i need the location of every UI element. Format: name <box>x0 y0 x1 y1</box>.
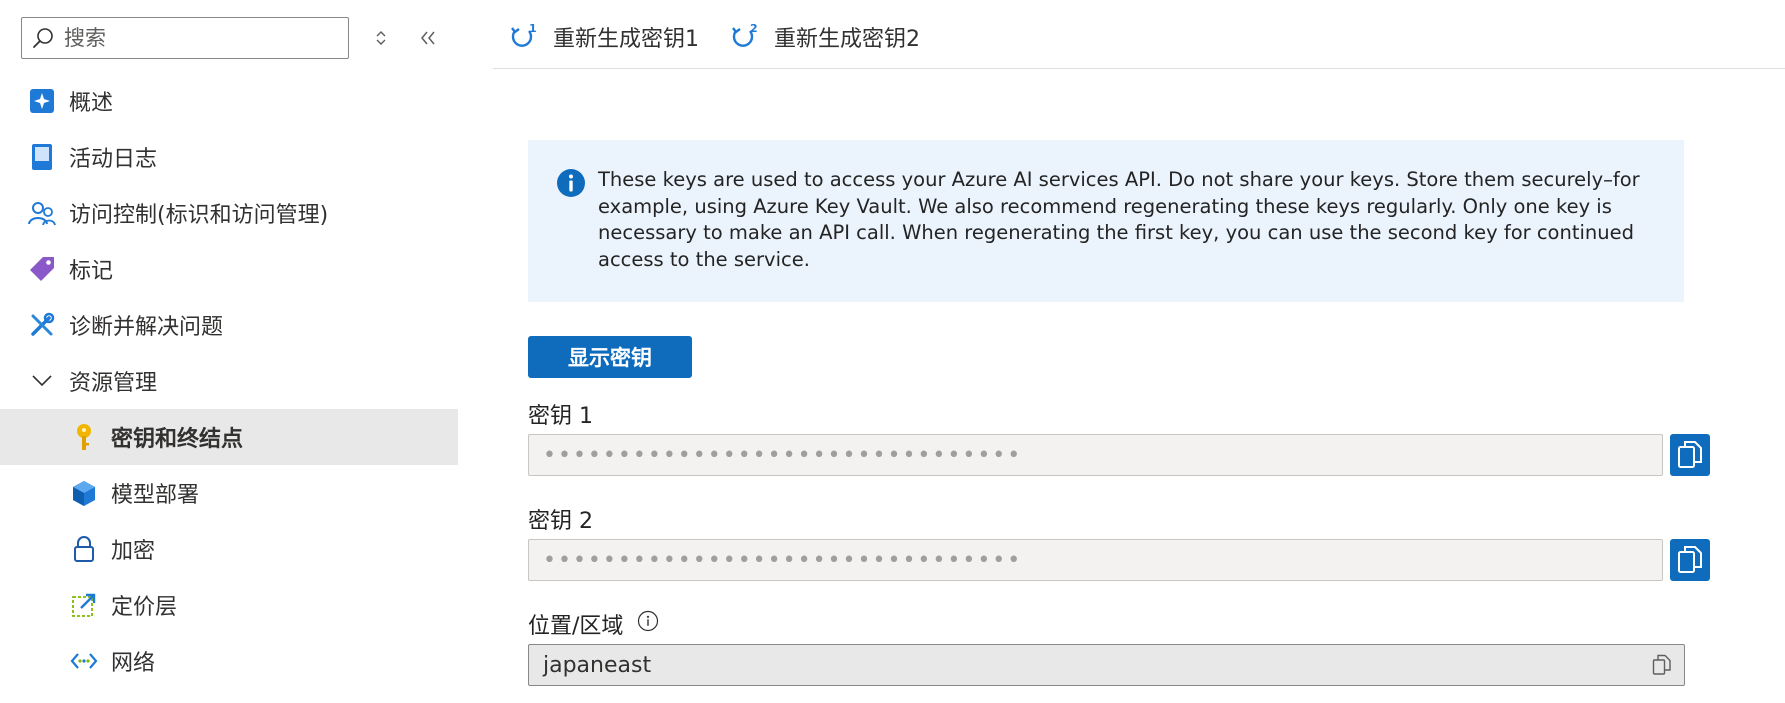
search-input[interactable] <box>62 25 322 51</box>
sidebar: 概述 活动日志 访问控制(标识和访问管理) 标记 诊断并解决问题 <box>0 0 458 703</box>
key1-label: 密钥 1 <box>528 404 593 429</box>
regenerate-key2-button[interactable]: 2 重新生成密钥2 <box>730 20 920 54</box>
up-down-chevron-icon <box>376 31 386 45</box>
regenerate-key1-label: 重新生成密钥1 <box>553 27 699 52</box>
network-icon <box>70 647 98 675</box>
sidebar-item-tags[interactable]: 标记 <box>0 241 458 297</box>
search-box[interactable] <box>21 17 349 59</box>
search-icon <box>33 28 53 48</box>
sidebar-item-label: 密钥和终结点 <box>111 427 244 452</box>
diagnose-icon <box>28 311 56 339</box>
sidebar-item-label: 标记 <box>69 259 114 284</box>
svg-text:2: 2 <box>750 22 758 35</box>
sidebar-item-label: 模型部署 <box>111 483 200 508</box>
collapse-sidebar-button[interactable] <box>414 24 442 52</box>
sidebar-item-keys-and-endpoint[interactable]: 密钥和终结点 <box>0 409 458 465</box>
region-field[interactable]: japaneast <box>528 644 1685 686</box>
sidebar-item-label: 概述 <box>69 91 114 116</box>
show-keys-button[interactable]: 显示密钥 <box>528 336 692 378</box>
sidebar-item-label: 活动日志 <box>69 147 158 172</box>
sidebar-item-access-control[interactable]: 访问控制(标识和访问管理) <box>0 185 458 241</box>
sidebar-item-activity-log[interactable]: 活动日志 <box>0 129 458 185</box>
sidebar-item-label: 资源管理 <box>69 371 158 396</box>
sidebar-item-encryption[interactable]: 加密 <box>0 521 458 577</box>
sidebar-group-resource-management[interactable]: 资源管理 <box>0 353 458 409</box>
refresh-2-icon: 2 <box>732 22 758 47</box>
copy-key1-button[interactable] <box>1670 434 1710 476</box>
refresh-1-icon: 1 <box>511 22 537 47</box>
sidebar-item-overview[interactable]: 概述 <box>0 73 458 129</box>
sidebar-item-pricing-tier[interactable]: 定价层 <box>0 577 458 633</box>
key2-field[interactable]: •••••••••••••••••••••••••••••••• <box>528 539 1663 581</box>
double-chevron-left-icon <box>421 31 435 45</box>
lock-icon <box>70 535 98 563</box>
overview-icon <box>28 87 56 115</box>
info-circle-icon[interactable] <box>637 610 659 638</box>
region-value: japaneast <box>543 652 652 678</box>
expand-collapse-button[interactable] <box>367 24 395 52</box>
access-control-icon <box>28 199 56 227</box>
region-label-row: 位置/区域 <box>528 608 659 640</box>
info-message-text: These keys are used to access your Azure… <box>598 168 1640 271</box>
sidebar-item-model-deployments[interactable]: 模型部署 <box>0 465 458 521</box>
regenerate-key2-label: 重新生成密钥2 <box>774 27 920 52</box>
chevron-down-icon <box>28 367 56 395</box>
activity-log-icon <box>28 143 56 171</box>
key1-field[interactable]: •••••••••••••••••••••••••••••••• <box>528 434 1663 476</box>
key-icon <box>70 423 98 451</box>
sidebar-item-label: 网络 <box>111 651 156 676</box>
tag-icon <box>28 255 56 283</box>
sidebar-item-label: 定价层 <box>111 595 178 620</box>
pricing-tier-icon <box>70 591 98 619</box>
info-icon <box>556 168 586 302</box>
sidebar-item-label: 访问控制(标识和访问管理) <box>69 203 329 228</box>
svg-text:1: 1 <box>529 22 537 35</box>
model-deploy-icon <box>70 479 98 507</box>
sidebar-item-diagnose[interactable]: 诊断并解决问题 <box>0 297 458 353</box>
sidebar-item-label: 诊断并解决问题 <box>69 315 224 340</box>
regenerate-key1-button[interactable]: 1 重新生成密钥1 <box>509 20 699 54</box>
key2-label: 密钥 2 <box>528 509 593 534</box>
copy-icon <box>1678 546 1702 573</box>
sidebar-item-networking[interactable]: 网络 <box>0 633 458 689</box>
sidebar-item-label: 加密 <box>111 539 156 564</box>
copy-icon[interactable] <box>1652 654 1672 682</box>
info-message-bar: These keys are used to access your Azure… <box>528 140 1684 302</box>
sidebar-nav: 概述 活动日志 访问控制(标识和访问管理) 标记 诊断并解决问题 资源管理 密钥… <box>0 73 458 689</box>
command-bar: 1 重新生成密钥1 2 重新生成密钥2 <box>493 0 1785 69</box>
region-label: 位置/区域 <box>528 614 624 639</box>
copy-key2-button[interactable] <box>1670 539 1710 581</box>
copy-icon <box>1678 441 1702 468</box>
